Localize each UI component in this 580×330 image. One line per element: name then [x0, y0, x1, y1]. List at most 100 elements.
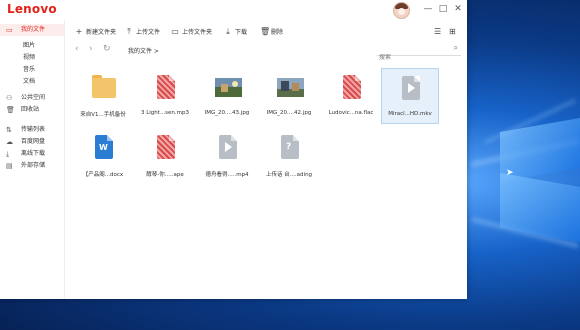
file-name: 3 Light...sen.mp3: [140, 110, 190, 116]
video-file-icon: [219, 135, 237, 159]
file-item[interactable]: W 【产品阁...docx: [75, 128, 131, 182]
search-box: ⌕: [377, 43, 461, 61]
audio-file-icon: [157, 135, 175, 159]
sidebar: ▭ 我的文件图片视频音乐文档 ⚇ 公共空间 🗑 回收站 ⇅ 传输列表 ☁ 百度网盘 ⤓ 离线下载 ▤ 外部…: [0, 20, 65, 299]
file-thumbnail: [339, 74, 365, 102]
file-thumbnail: [215, 134, 241, 162]
file-name: 酵琴-你.....ape: [146, 172, 184, 178]
upload-icon: ⤒: [127, 27, 131, 36]
maximize-button[interactable]: □: [438, 4, 448, 14]
new-folder-button[interactable]: + 新建文件夹: [75, 26, 116, 38]
download-icon: ⤓: [226, 27, 230, 36]
sidebar-item-label: 图片: [23, 42, 36, 49]
file-item[interactable]: 德舟看得.....mp4: [199, 128, 255, 182]
mouse-cursor: ➤: [506, 168, 514, 178]
photo-thumbnail: [215, 78, 242, 97]
trash-icon: 🗑: [260, 27, 271, 36]
sidebar-item[interactable]: ☁ 百度网盘: [0, 136, 64, 148]
folder-icon: ▭: [6, 26, 13, 34]
sidebar-item[interactable]: ⚇ 公共空间: [0, 92, 64, 104]
minimize-button[interactable]: —: [423, 4, 433, 14]
navigation-bar: ‹ › ↻ 我的文件 > ⌕: [64, 42, 467, 61]
plus-icon: +: [75, 27, 83, 36]
upload-file-button[interactable]: ⤒ 上传文件: [125, 26, 160, 38]
video-file-icon: [402, 76, 420, 100]
play-icon: [408, 83, 415, 93]
sidebar-item[interactable]: 图片: [0, 40, 64, 52]
upload-folder-button[interactable]: ▭ 上传文件夹: [171, 26, 212, 38]
sidebar-item[interactable]: 视频: [0, 52, 64, 64]
folder-upload-icon: ▭: [171, 27, 179, 36]
breadcrumb[interactable]: 我的文件 >: [128, 46, 159, 55]
forward-icon[interactable]: ›: [89, 44, 93, 54]
file-name: 【产品阁...docx: [82, 172, 124, 178]
file-item[interactable]: 酵琴-你.....ape: [137, 128, 193, 182]
sidebar-item-label: 文档: [23, 78, 36, 85]
download-button[interactable]: ⤓ 下载: [224, 26, 247, 38]
file-thumbnail: ?: [277, 134, 303, 162]
file-item[interactable]: IMG_20....43.jpg: [199, 68, 255, 122]
refresh-icon[interactable]: ↻: [103, 44, 111, 54]
sidebar-item[interactable]: 文档: [0, 76, 64, 88]
sidebar-item[interactable]: ▤ 外部存储: [0, 160, 64, 172]
sidebar-item-label: 回收站: [21, 106, 40, 113]
download-icon: ⤓: [6, 150, 10, 158]
file-item[interactable]: 来自V1...手机备份: [75, 68, 131, 122]
unknown-file-icon: ?: [281, 135, 299, 159]
sidebar-item[interactable]: ⇅ 传输列表: [0, 124, 64, 136]
word-file-icon: W: [95, 135, 113, 159]
back-icon[interactable]: ‹: [75, 44, 79, 54]
file-name: Ludovic...na.flac: [328, 110, 374, 116]
file-name: IMG_20....43.jpg: [204, 110, 250, 116]
sidebar-item[interactable]: 音乐: [0, 64, 64, 76]
app-window: Lenovo — □ ✕ ▭ 我的文件图片视频音乐文档 ⚇ 公共空间 🗑 回收站 ⇅ 传输列表…: [0, 0, 467, 299]
sidebar-item-label: 离线下载: [21, 150, 46, 157]
file-thumbnail: [398, 75, 424, 103]
user-avatar[interactable]: [393, 2, 410, 19]
delete-button[interactable]: 🗑删除: [260, 26, 283, 38]
users-icon: ⚇: [6, 94, 13, 102]
sort-icon[interactable]: ☰: [434, 27, 441, 36]
sidebar-item-label: 百度网盘: [21, 138, 46, 145]
file-name: Miracl...HD.mkv: [388, 111, 432, 117]
sidebar-item-label: 音乐: [23, 66, 36, 73]
play-icon: [225, 142, 232, 152]
sidebar-item[interactable]: 🗑 回收站: [0, 104, 64, 116]
grid-view-icon[interactable]: ⊞: [449, 27, 456, 36]
audio-file-icon: [157, 75, 175, 99]
file-name: 上传话 台....ading: [265, 172, 313, 178]
file-item[interactable]: IMG_20....42.jpg: [261, 68, 317, 122]
audio-file-icon: [343, 75, 361, 99]
file-thumbnail: W: [91, 134, 117, 162]
file-name: 德舟看得.....mp4: [205, 172, 249, 178]
photo-thumbnail: [277, 78, 304, 97]
file-thumbnail: [153, 74, 179, 102]
file-item[interactable]: ? 上传话 台....ading: [261, 128, 317, 182]
sidebar-item-label: 我的文件: [21, 26, 46, 33]
file-name: IMG_20....42.jpg: [266, 110, 312, 116]
toolbar: + 新建文件夹 ⤒ 上传文件 ▭ 上传文件夹 ⤓ 下载 🗑删除 ☰ ⊞: [64, 22, 467, 42]
sidebar-item[interactable]: ⤓ 离线下载: [0, 148, 64, 160]
sidebar-item-label: 传输列表: [21, 126, 46, 133]
close-button[interactable]: ✕: [453, 4, 463, 14]
storage-icon: ▤: [6, 162, 13, 170]
search-icon[interactable]: ⌕: [454, 43, 458, 53]
file-item[interactable]: Miracl...HD.mkv: [381, 68, 439, 124]
sidebar-item-label: 公共空间: [21, 94, 46, 101]
cloud-icon: ☁: [6, 138, 13, 146]
app-logo: Lenovo: [7, 2, 57, 16]
transfer-icon: ⇅: [6, 126, 12, 134]
sidebar-item-label: 视频: [23, 54, 36, 61]
sidebar-item-label: 外部存储: [21, 162, 46, 169]
file-grid: 来自V1...手机备份 3 Light...sen.mp3 IMG_20....43…: [64, 58, 467, 299]
file-item[interactable]: 3 Light...sen.mp3: [137, 68, 193, 122]
file-thumbnail: [277, 74, 304, 102]
trash-icon: 🗑: [6, 106, 15, 114]
file-thumbnail: [153, 134, 179, 162]
file-thumbnail: [91, 74, 117, 102]
file-thumbnail: [215, 74, 242, 102]
file-item[interactable]: Ludovic...na.flac: [323, 68, 379, 122]
file-name: 来自V1...手机备份: [80, 112, 126, 118]
title-bar: Lenovo — □ ✕: [0, 0, 467, 20]
sidebar-item[interactable]: ▭ 我的文件: [0, 24, 64, 36]
